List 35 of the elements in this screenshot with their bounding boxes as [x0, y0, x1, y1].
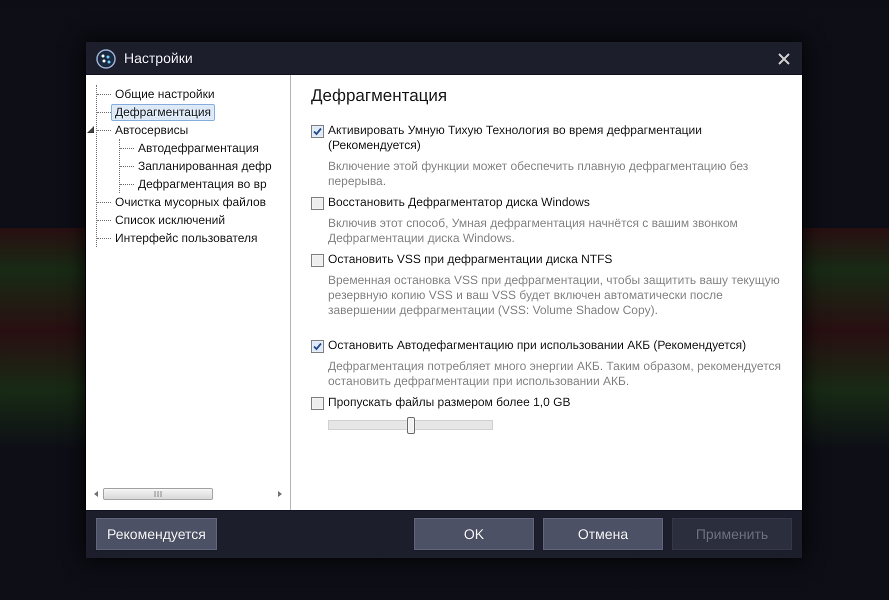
dialog-button[interactable]: OK [414, 518, 534, 550]
window-title: Настройки [124, 49, 193, 68]
tree-item[interactable]: Общие настройки [111, 86, 219, 102]
scroll-left-icon[interactable] [92, 490, 100, 498]
option-label[interactable]: Пропускать файлы размером более 1,0 GB [328, 394, 570, 410]
checkbox[interactable] [311, 196, 324, 210]
dialog-button[interactable]: Отмена [543, 518, 663, 550]
checkbox[interactable] [311, 124, 324, 138]
tree-item[interactable]: Интерфейс пользователя [111, 230, 262, 246]
checkbox[interactable] [311, 340, 324, 352]
option-label[interactable]: Остановить VSS при дефрагментации диска NTFS [328, 252, 612, 266]
option-description: Включение этой функции может обеспечить плавную дефрагментацию без перерыва. [328, 158, 750, 188]
option-description: Дефрагментация потребляет много энергии АКБ. Таким образом, рекомендуется остановить дефрагментации при использовании АКБ. [328, 358, 782, 388]
tree-item[interactable]: Автодефрагментация [134, 140, 263, 156]
option-label[interactable]: Активировать Умную Тихую Технология во время дефрагментации (Рекомендуется) [328, 122, 782, 152]
close-icon[interactable] [776, 50, 792, 66]
tree-item[interactable]: Дефрагментация во вр [134, 176, 271, 192]
horizontal-scrollbar[interactable] [92, 486, 284, 502]
scroll-right-icon[interactable] [276, 490, 284, 498]
option-description: Временная остановка VSS при дефрагментации, чтобы защитить вашу текущую резервную копию VSS и ваш VSS будет включен автоматически после завершении дефрагментации (VSS: Volume Shadow Copy). [328, 272, 781, 318]
checkbox[interactable] [311, 396, 324, 410]
checkbox[interactable] [311, 254, 324, 266]
section-title: Дефрагментация [311, 85, 448, 107]
collapse-triangle-icon[interactable] [87, 126, 94, 133]
tree-item[interactable]: Дефрагментация [111, 104, 216, 120]
scrollbar-thumb[interactable] [103, 488, 213, 500]
app-logo-icon [96, 48, 116, 68]
option-label[interactable]: Восстановить Дефрагментатор диска Windows [328, 194, 590, 210]
tree-item[interactable]: Очистка мусорных файлов [111, 194, 270, 210]
option-label[interactable]: Остановить Автодефагментацию при использовании АКБ (Рекомендуется) [328, 338, 746, 352]
tree-item[interactable]: Запланированная дефр [134, 158, 276, 174]
option-description: Включив этот способ, Умная дефрагментация начнётся с вашим звонком Дефрагментации диска Windows. [328, 216, 739, 246]
tree-item[interactable]: Автосервисы [111, 122, 192, 138]
tree-item[interactable]: Список исключений [111, 212, 230, 228]
dialog-button[interactable]: Рекомендуется [96, 518, 217, 550]
